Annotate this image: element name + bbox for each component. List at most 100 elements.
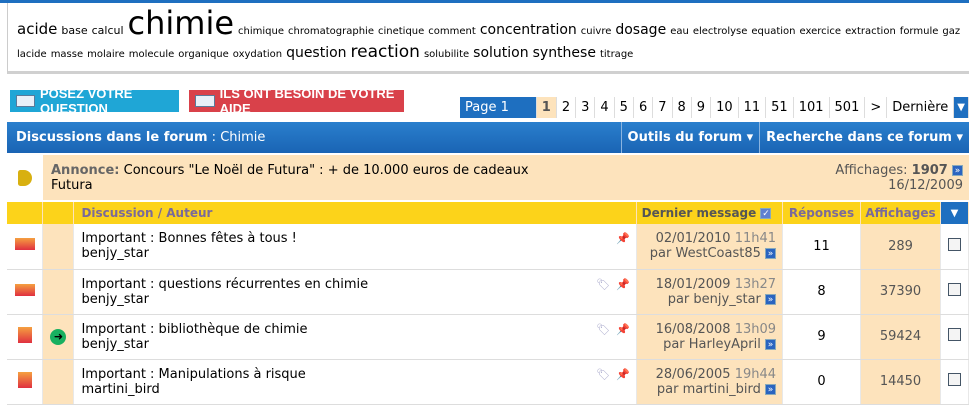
tag-reaction[interactable]: reaction [351, 42, 420, 62]
separator: : [207, 130, 221, 145]
thread-author[interactable]: benjy_star [81, 246, 148, 261]
tag-solubilite[interactable]: solubilite [424, 49, 469, 60]
tag-calcul[interactable]: calcul [92, 24, 124, 37]
thread-checkbox[interactable] [947, 328, 961, 341]
need-help-button[interactable]: ILS ONT BESOIN DE VOTRE AIDE [189, 86, 404, 116]
last-poster[interactable]: par martini_bird [657, 382, 761, 397]
tag-chromatographie[interactable]: chromatographie [288, 26, 374, 37]
tag-comment[interactable]: comment [428, 26, 476, 37]
thread-title[interactable]: Important : Bonnes fêtes à tous ! [81, 231, 296, 246]
page-link-3[interactable]: 4 [595, 97, 615, 118]
tag-gaz[interactable]: gaz [942, 26, 960, 37]
thread-checkbox[interactable] [947, 283, 961, 296]
tag-extraction[interactable]: extraction [845, 26, 896, 37]
tag-oxydation[interactable]: oxydation [233, 49, 282, 60]
page-link-2[interactable]: 3 [576, 97, 596, 118]
page-link-15[interactable]: Dernière » [887, 97, 955, 136]
thread-status-icon [7, 359, 44, 405]
thread-title[interactable]: Important : questions récurrentes en chi… [81, 277, 368, 292]
page-link-9[interactable]: 10 [711, 97, 739, 118]
replies-count[interactable]: 9 [782, 314, 861, 360]
sort-check-icon[interactable]: ✓ [760, 207, 772, 219]
page-link-14[interactable]: > [865, 97, 888, 118]
pin-icon: 📌 [616, 322, 631, 336]
page-count-label[interactable]: Page 1 sur 579 [460, 97, 537, 136]
thread-checkbox[interactable] [947, 373, 961, 386]
page-jump-dropdown[interactable]: ▼ [954, 97, 969, 118]
select-cell [940, 359, 969, 405]
col-views[interactable]: Affichages [860, 202, 941, 224]
last-message-cell: 18/01/2009 13h27 par benjy_star » [636, 269, 784, 315]
announcement-title[interactable]: Concours "Le Noël de Futura" : + de 10.0… [124, 163, 529, 178]
tag-lacide[interactable]: lacide [17, 49, 47, 60]
go-to-last-icon[interactable]: » [765, 293, 777, 305]
tag-chimie[interactable]: chimie [128, 4, 235, 42]
last-time: 13h09 [734, 321, 777, 337]
tag-organique[interactable]: organique [178, 49, 228, 60]
tag-molecule[interactable]: molecule [129, 49, 175, 60]
tag-formule[interactable]: formule [900, 26, 939, 37]
tag-equation[interactable]: equation [751, 26, 795, 37]
last-poster[interactable]: par benjy_star [668, 292, 761, 307]
tag-titrage[interactable]: titrage [600, 49, 633, 60]
tag-exercice[interactable]: exercice [800, 26, 842, 37]
page-link-0[interactable]: 1 [536, 97, 557, 118]
col-discussion[interactable]: Discussion / Auteur [73, 202, 638, 224]
tag-solution[interactable]: solution [473, 45, 528, 61]
tag-masse[interactable]: masse [51, 49, 83, 60]
thread-checkbox[interactable] [947, 237, 961, 251]
thread-title[interactable]: Important : bibliothèque de chimie [81, 322, 307, 337]
thread-author[interactable]: benjy_star [81, 292, 148, 307]
tag-cloud: acide base calcul chimie chimique chromatogra… [7, 3, 969, 74]
tag-base[interactable]: base [61, 24, 87, 37]
go-to-icon[interactable]: » [952, 165, 963, 176]
announcement-author[interactable]: Futura [51, 178, 93, 193]
page-link-4[interactable]: 5 [614, 97, 634, 118]
tag-synthese[interactable]: synthese [533, 45, 596, 61]
tag-chimique[interactable]: chimique [238, 26, 284, 37]
last-date: 28/06/2005 [655, 366, 731, 382]
page-link-5[interactable]: 6 [633, 97, 654, 118]
tag-cuivre[interactable]: cuivre [581, 26, 612, 37]
page-link-12[interactable]: 101 [793, 97, 830, 118]
page-link-7[interactable]: 8 [672, 97, 692, 118]
tag-electrolyse[interactable]: electrolyse [693, 26, 748, 37]
replies-count[interactable]: 11 [782, 224, 861, 270]
select-menu-button[interactable]: ▼ [940, 202, 969, 224]
page-link-13[interactable]: 501 [829, 97, 866, 118]
tag-question[interactable]: question [286, 45, 346, 61]
replies-count[interactable]: 0 [782, 359, 861, 405]
thread-author[interactable]: martini_bird [81, 382, 159, 397]
page-link-6[interactable]: 7 [653, 97, 673, 118]
go-to-last-icon[interactable]: » [765, 248, 777, 260]
col-last-message[interactable]: Dernier message ✓ [636, 202, 784, 224]
tag-icon: 🏷 [596, 367, 611, 381]
thread-title[interactable]: Important : Manipulations à risque [81, 367, 305, 382]
tag-concentration[interactable]: concentration [480, 22, 577, 38]
tag-eau[interactable]: eau [670, 26, 689, 37]
tag-molaire[interactable]: molaire [87, 49, 125, 60]
last-time: 19h44 [734, 366, 777, 382]
page-link-1[interactable]: 2 [556, 97, 577, 118]
tag-acide[interactable]: acide [17, 20, 57, 38]
thread-row: Important : Bonnes fêtes à tous ! benjy_s… [7, 224, 969, 270]
page-link-10[interactable]: 11 [738, 97, 767, 118]
forum-tools-menu[interactable]: Outils du forum ▾ [620, 122, 760, 153]
page-link-8[interactable]: 9 [691, 97, 712, 118]
arrow-right-icon[interactable]: ➜ [50, 328, 67, 345]
thread-status-icon [7, 224, 44, 270]
pin-icon: 📌 [616, 232, 631, 245]
replies-count[interactable]: 8 [782, 269, 861, 315]
tag-cinetique[interactable]: cinetique [378, 26, 424, 37]
col-replies[interactable]: Réponses [782, 202, 861, 224]
thread-author[interactable]: benjy_star [81, 337, 148, 352]
last-poster[interactable]: par HarleyApril [663, 337, 761, 352]
page-link-11[interactable]: 51 [766, 97, 794, 118]
go-to-last-icon[interactable]: » [765, 383, 777, 395]
tag-dosage[interactable]: dosage [615, 22, 666, 38]
thread-prefix-cell [42, 269, 75, 315]
ask-question-button[interactable]: POSEZ VOTRE QUESTION [10, 86, 179, 116]
last-poster[interactable]: par WestCoast85 [650, 246, 761, 261]
forum-search-menu[interactable]: Recherche dans ce forum ▾ [759, 122, 969, 153]
go-to-last-icon[interactable]: » [765, 338, 777, 350]
